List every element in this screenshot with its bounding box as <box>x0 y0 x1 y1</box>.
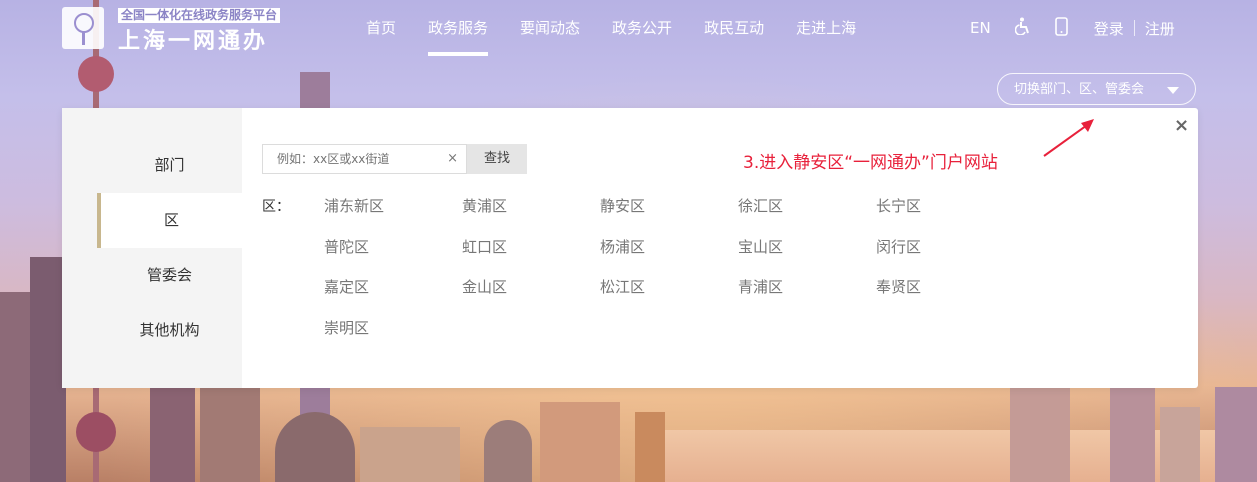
logo-tagline: 全国一体化在线政务服务平台 <box>118 8 281 23</box>
search-input[interactable] <box>263 145 447 173</box>
district-link[interactable]: 黄浦区 <box>462 194 600 235</box>
register-link[interactable]: 注册 <box>1145 18 1175 39</box>
district-search-box: × <box>262 144 467 174</box>
district-link[interactable]: 青浦区 <box>738 275 876 316</box>
district-link[interactable]: 静安区 <box>600 194 738 235</box>
building <box>360 427 460 482</box>
switcher-panel: 部门 区 管委会 其他机构 × 查找 × 区： 浦东新区 黄浦区 静安区 徐汇区… <box>62 108 1198 388</box>
accessibility-icon[interactable] <box>1014 17 1031 39</box>
logo-name[interactable]: 上海一网通办 <box>118 23 268 55</box>
close-icon[interactable]: × <box>1174 115 1189 136</box>
district-link[interactable]: 浦东新区 <box>324 194 462 235</box>
main-nav: 首页 政务服务 要闻动态 政务公开 政民互动 走进上海 <box>350 0 872 60</box>
site-header: 全国一体化在线政务服务平台 上海一网通办 首页 政务服务 要闻动态 政务公开 政… <box>0 0 1257 60</box>
nav-about-shanghai[interactable]: 走进上海 <box>796 0 856 56</box>
district-link[interactable]: 嘉定区 <box>324 275 462 316</box>
district-link[interactable]: 长宁区 <box>876 194 1014 235</box>
clear-icon[interactable]: × <box>447 151 458 166</box>
building <box>0 292 30 482</box>
site-logo-icon[interactable] <box>62 7 104 49</box>
district-link[interactable]: 普陀区 <box>324 235 462 276</box>
sidebar-item-districts[interactable]: 区 <box>97 193 242 248</box>
dome-building <box>484 420 532 482</box>
nav-public-affairs[interactable]: 政务公开 <box>612 0 672 56</box>
district-link[interactable]: 虹口区 <box>462 235 600 276</box>
building <box>1010 372 1070 482</box>
building <box>1160 407 1200 482</box>
building <box>1110 387 1155 482</box>
logo-ring <box>74 13 94 33</box>
divider <box>1133 20 1135 36</box>
district-link[interactable]: 徐汇区 <box>738 194 876 235</box>
building <box>635 412 665 482</box>
building <box>200 387 260 482</box>
district-label: 区： <box>262 199 290 215</box>
district-link[interactable]: 宝山区 <box>738 235 876 276</box>
district-link[interactable]: 松江区 <box>600 275 738 316</box>
nav-government-services[interactable]: 政务服务 <box>428 0 489 56</box>
switcher-label: 切换部门、区、管委会 <box>1014 82 1145 97</box>
district-link[interactable]: 闵行区 <box>876 235 1014 276</box>
header-utilities: EN 登录 注册 <box>960 0 1175 56</box>
building <box>540 402 620 482</box>
search-button[interactable]: 查找 <box>467 144 527 174</box>
instruction-annotation: 3.进入静安区“一网通办”门户网站 <box>743 153 998 173</box>
tv-tower-ball-upper <box>78 56 114 92</box>
nav-news[interactable]: 要闻动态 <box>520 0 580 56</box>
district-link[interactable]: 金山区 <box>462 275 600 316</box>
nav-home[interactable]: 首页 <box>366 0 396 56</box>
district-link[interactable]: 崇明区 <box>324 316 462 357</box>
building <box>30 257 66 482</box>
nav-interaction[interactable]: 政民互动 <box>704 0 764 56</box>
district-link[interactable]: 杨浦区 <box>600 235 738 276</box>
district-link[interactable]: 奉贤区 <box>876 275 1014 316</box>
annotation-arrow-icon <box>1043 119 1094 157</box>
chevron-down-icon <box>1167 87 1179 94</box>
district-list: 浦东新区 黄浦区 静安区 徐汇区 长宁区 普陀区 虹口区 杨浦区 宝山区 闵行区… <box>324 194 1014 356</box>
building <box>1215 387 1257 482</box>
department-district-switcher[interactable]: 切换部门、区、管委会 <box>997 73 1196 105</box>
dome-building <box>275 412 355 482</box>
sidebar-item-departments[interactable]: 部门 <box>97 138 242 193</box>
mobile-icon[interactable] <box>1054 16 1068 40</box>
tv-tower-ball-lower <box>76 412 116 452</box>
logo-stem <box>82 31 85 45</box>
sidebar-item-management-committees[interactable]: 管委会 <box>97 248 242 303</box>
sidebar-item-other-institutions[interactable]: 其他机构 <box>97 303 242 358</box>
panel-sidebar: 部门 区 管委会 其他机构 <box>62 108 242 388</box>
language-switch[interactable]: EN <box>970 19 991 37</box>
login-link[interactable]: 登录 <box>1094 18 1124 39</box>
